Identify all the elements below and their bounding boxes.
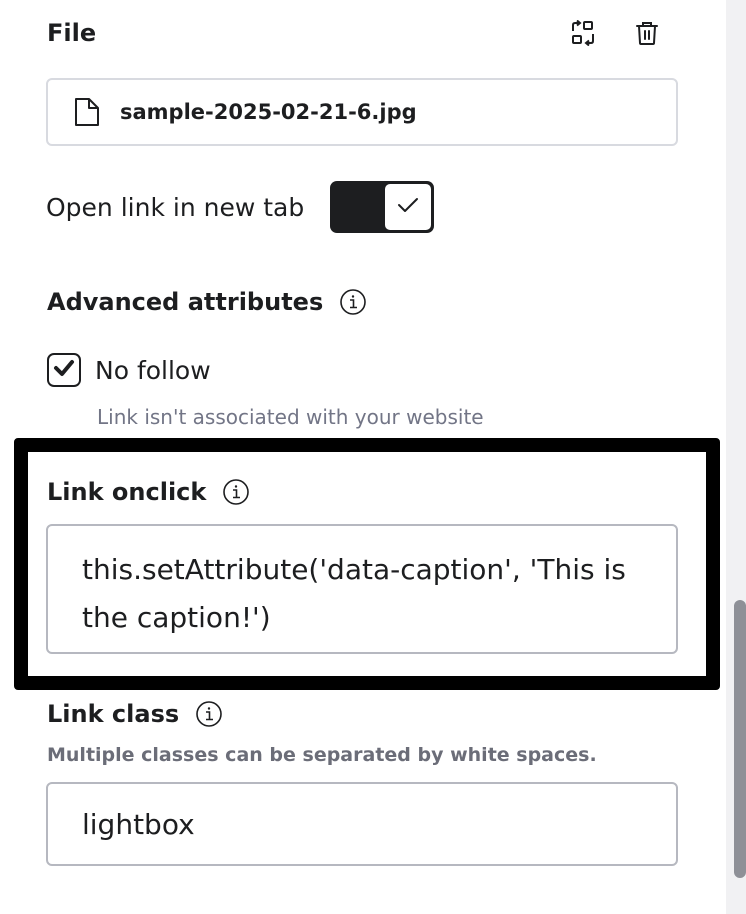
check-icon — [397, 197, 419, 217]
trash-icon — [635, 20, 659, 50]
info-icon[interactable] — [339, 288, 367, 316]
toggle-knob — [384, 183, 433, 231]
open-new-tab-toggle[interactable] — [330, 181, 435, 233]
delete-file-button[interactable] — [632, 20, 662, 50]
link-class-title: Link class — [47, 700, 180, 728]
file-name: sample-2025-02-21-6.jpg — [120, 100, 417, 124]
link-onclick-heading: Link onclick — [47, 478, 250, 506]
advanced-attributes-heading: Advanced attributes — [47, 288, 367, 316]
checkmark-icon — [53, 359, 75, 381]
info-icon[interactable] — [195, 700, 223, 728]
open-new-tab-label: Open link in new tab — [46, 192, 305, 222]
info-icon[interactable] — [222, 478, 250, 506]
replace-icon — [570, 19, 596, 50]
link-class-heading: Link class — [47, 700, 223, 728]
replace-file-button[interactable] — [568, 19, 598, 50]
no-follow-checkbox[interactable] — [47, 353, 81, 387]
no-follow-label: No follow — [95, 355, 211, 385]
selected-file-field[interactable]: sample-2025-02-21-6.jpg — [46, 78, 678, 146]
link-onclick-input[interactable]: this.setAttribute('data-caption', 'This … — [46, 524, 678, 654]
document-icon — [74, 97, 100, 127]
scrollbar-thumb[interactable] — [734, 600, 746, 878]
link-class-input[interactable] — [46, 782, 678, 866]
advanced-attributes-title: Advanced attributes — [47, 288, 324, 316]
no-follow-hint: Link isn't associated with your website — [97, 405, 484, 429]
open-new-tab-row: Open link in new tab — [46, 180, 435, 234]
link-onclick-title: Link onclick — [47, 478, 207, 506]
file-section-title: File — [47, 19, 97, 47]
link-class-hint: Multiple classes can be separated by whi… — [47, 744, 597, 766]
no-follow-checkbox-row[interactable]: No follow — [47, 353, 211, 387]
